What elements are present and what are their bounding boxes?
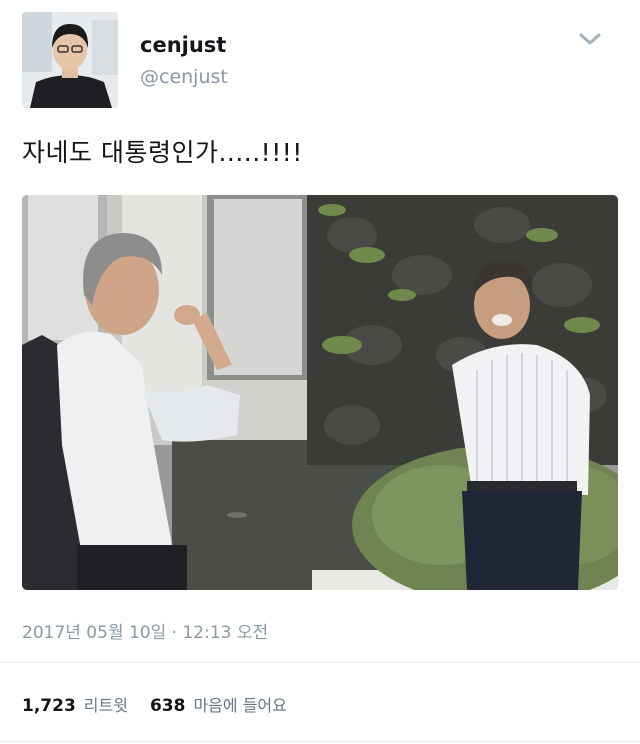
avatar-image: [22, 12, 118, 108]
chevron-down-icon[interactable]: [575, 28, 605, 50]
user-handle[interactable]: @cenjust: [140, 66, 228, 88]
avatar[interactable]: [22, 12, 118, 108]
display-name[interactable]: cenjust: [140, 33, 226, 57]
likes-count[interactable]: 638: [150, 696, 186, 716]
retweets-count[interactable]: 1,723: [22, 696, 76, 716]
tweet-photo[interactable]: [22, 195, 618, 590]
tweet-timestamp[interactable]: 2017년 05월 10일 · 12:13 오전: [22, 618, 268, 643]
tweet-stats: 1,723 리트윗 638 마음에 들어요: [22, 692, 309, 716]
retweets-label[interactable]: 리트윗: [84, 692, 128, 716]
tweet-text: 자네도 대통령인가.....!!!!: [22, 138, 303, 167]
divider: [0, 662, 640, 663]
divider: [0, 741, 640, 742]
likes-label[interactable]: 마음에 들어요: [193, 692, 286, 716]
